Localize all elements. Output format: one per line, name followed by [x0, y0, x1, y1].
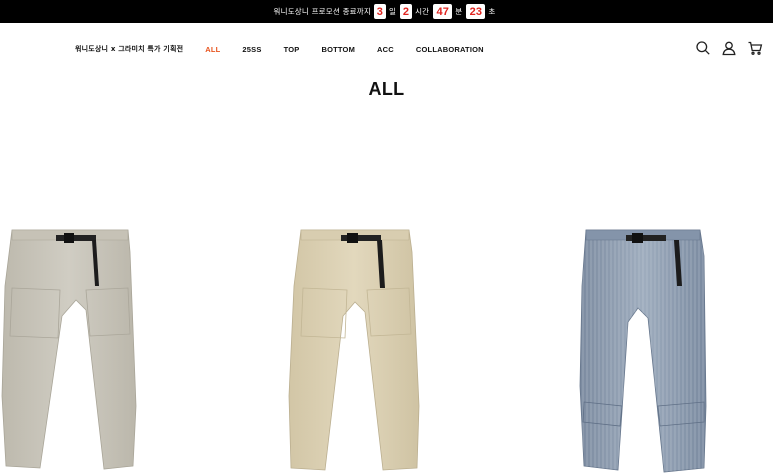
product-image-pants-stone [1, 229, 137, 470]
countdown-seconds-unit: 초 [488, 7, 496, 16]
countdown-hours: 2 [400, 4, 413, 19]
header-icons [685, 40, 763, 56]
page-title: ALL [368, 79, 405, 99]
nav-item-acc[interactable]: ACC [377, 45, 394, 54]
user-icon[interactable] [721, 40, 737, 56]
countdown-hours-unit: 시간 [415, 7, 430, 16]
countdown-minutes-unit: 분 [455, 7, 463, 16]
nav-item-bottom[interactable]: BOTTOM [321, 45, 355, 54]
product-image-pants-beige [288, 229, 420, 471]
promo-countdown-bar: 워니도상니 프로모션 종료까지 3 일 2 시간 47 분 23 초 [0, 0, 773, 23]
nav-item-collaboration[interactable]: COLLABORATION [416, 45, 484, 54]
nav-item-25ss[interactable]: 25SS [242, 45, 261, 54]
countdown-days-unit: 일 [388, 7, 397, 16]
site-header: 워니도상니 x 그라미치 특가 기획전 ALL 25SS TOP BOTTOM … [0, 23, 773, 75]
countdown-minutes: 47 [433, 4, 453, 19]
main-nav: 워니도상니 x 그라미치 특가 기획전 ALL 25SS TOP BOTTOM … [75, 44, 506, 54]
product-card-pants-stone[interactable] [0, 226, 140, 476]
product-card-pants-denim[interactable] [578, 226, 713, 476]
product-card-pants-beige[interactable] [285, 226, 425, 476]
nav-collab-event[interactable]: 워니도상니 x 그라미치 특가 기획전 [75, 44, 183, 54]
countdown-seconds: 23 [466, 4, 486, 19]
countdown-days: 3 [373, 4, 386, 19]
search-icon[interactable] [695, 40, 711, 56]
nav-item-all[interactable]: ALL [205, 45, 220, 54]
promo-text: 워니도상니 프로모션 종료까지 [273, 7, 371, 16]
cart-icon[interactable] [747, 40, 763, 56]
nav-item-top[interactable]: TOP [284, 45, 300, 54]
product-image-pants-denim [579, 229, 707, 473]
